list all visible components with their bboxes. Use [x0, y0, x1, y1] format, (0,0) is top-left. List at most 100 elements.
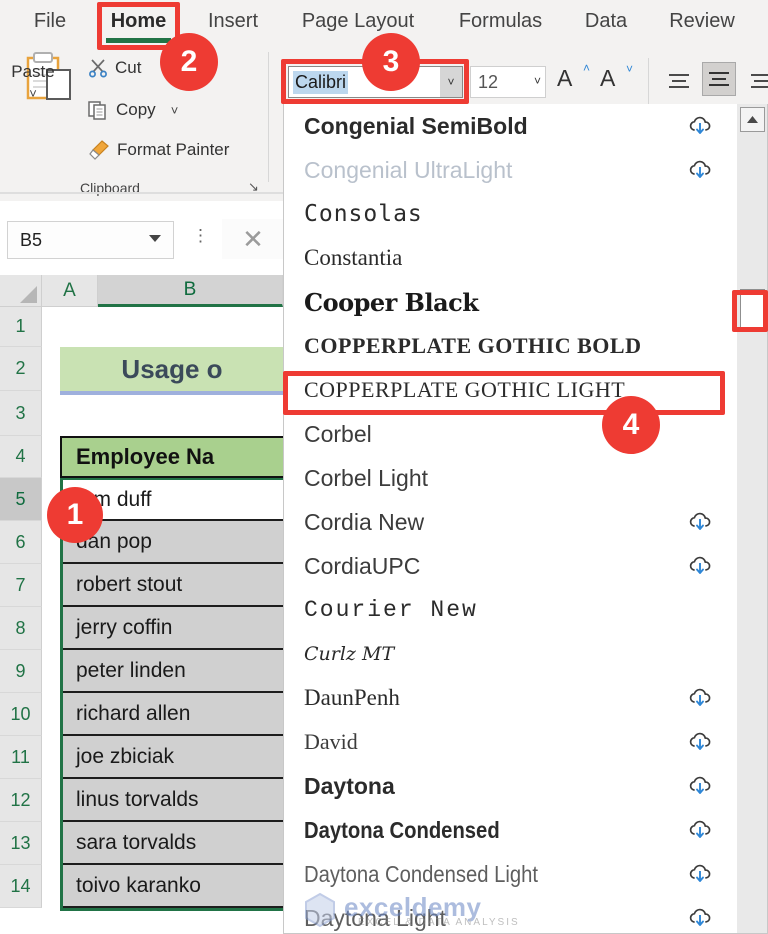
cell-b13[interactable]: sara torvalds [63, 822, 284, 865]
font-option-15[interactable]: Daytona [284, 764, 739, 808]
cloud-download-icon[interactable] [687, 864, 713, 884]
font-option-14[interactable]: David [284, 720, 739, 764]
font-option-13[interactable]: DaunPenh [284, 676, 739, 720]
tab-insert[interactable]: Insert [198, 4, 268, 38]
font-option-8[interactable]: Corbel Light [284, 456, 739, 500]
cell-b14[interactable]: toivo karanko [63, 865, 284, 908]
format-painter-button[interactable]: Format Painter [88, 140, 229, 160]
column-header-b[interactable]: B [98, 275, 283, 307]
row-header-1[interactable]: 1 [0, 307, 42, 347]
row-header-2[interactable]: 2 [0, 347, 42, 391]
font-option-12[interactable]: Curlz MT [284, 632, 739, 676]
font-option-3[interactable]: Constantia [284, 236, 739, 280]
grow-font-button[interactable]: A [557, 65, 572, 92]
name-box-chevron-down-icon[interactable] [149, 235, 161, 242]
align-middle-button[interactable] [702, 62, 736, 96]
select-all-corner[interactable] [0, 275, 42, 307]
font-option-1[interactable]: Congenial UltraLight [284, 148, 739, 192]
font-option-5[interactable]: COPPERPLATE GOTHIC BOLD [284, 324, 739, 368]
row-header-4[interactable]: 4 [0, 436, 42, 478]
cloud-download-icon[interactable] [687, 160, 713, 180]
row-header-label: 12 [10, 789, 31, 810]
font-option-0[interactable]: Congenial SemiBold [284, 104, 739, 148]
cloud-download-icon[interactable] [687, 732, 713, 752]
cell-b11[interactable]: joe zbiciak [63, 736, 284, 779]
copy-chevron-down-icon[interactable]: ˅ [171, 103, 179, 118]
align-top-button[interactable] [662, 64, 696, 98]
row-header-label: 14 [10, 875, 31, 896]
close-icon: ✕ [242, 223, 264, 254]
font-option-9[interactable]: Cordia New [284, 500, 739, 544]
font-size-chevron-down-icon[interactable]: ˅ [534, 74, 541, 88]
font-size-combobox[interactable]: 12 ˅ [470, 66, 546, 98]
paste-chevron-down-icon[interactable]: ˅ [0, 86, 66, 101]
cell-b2-title[interactable]: Usage o [60, 347, 284, 391]
row-header-11[interactable]: 11 [0, 736, 42, 779]
font-option-label: DaunPenh [304, 685, 400, 710]
font-list-scrollbar[interactable] [737, 104, 767, 933]
font-option-label: David [304, 729, 358, 754]
cloud-download-icon[interactable] [687, 556, 713, 576]
font-dropdown-list[interactable]: Congenial SemiBold Congenial UltraLight Co… [283, 104, 768, 934]
cell-b2-title-text: Usage o [121, 353, 223, 384]
format-painter-label: Format Painter [117, 140, 230, 159]
row-header-14[interactable]: 14 [0, 865, 42, 908]
font-option-16[interactable]: Daytona Condensed [284, 808, 739, 852]
tab-review[interactable]: Review [659, 4, 745, 38]
step-badge-1: 1 [47, 487, 103, 543]
row-header-13[interactable]: 13 [0, 822, 42, 865]
cloud-download-icon[interactable] [687, 116, 713, 136]
row-header-9[interactable]: 9 [0, 650, 42, 693]
copy-button[interactable]: Copy ˅ [88, 100, 178, 120]
cloud-download-icon[interactable] [687, 776, 713, 796]
row-header-7[interactable]: 7 [0, 564, 42, 607]
font-option-7[interactable]: Corbel [284, 412, 739, 456]
selected-column-cells: tom duff dan pop robert stout jerry coffin p… [60, 478, 284, 908]
cut-button[interactable]: Cut [88, 58, 141, 78]
row-header-8[interactable]: 8 [0, 607, 42, 650]
cloud-download-icon[interactable] [687, 512, 713, 532]
row-header-6[interactable]: 6 [0, 521, 42, 564]
font-option-18[interactable]: Daytona Light [284, 896, 739, 933]
cell-b9[interactable]: peter linden [63, 650, 284, 693]
name-box[interactable]: B5 [7, 221, 174, 259]
align-top-icon [669, 74, 689, 88]
font-group-divider [648, 58, 649, 106]
font-option-4[interactable]: Cooper Black [284, 280, 739, 324]
triangle-up-icon [747, 116, 758, 123]
align-bottom-button[interactable] [744, 64, 768, 98]
font-option-label: COPPERPLATE GOTHIC BOLD [304, 333, 642, 358]
font-option-label: Cordia New [304, 508, 425, 535]
column-header-a[interactable]: A [42, 275, 98, 307]
align-middle-icon [709, 72, 729, 86]
font-option-10[interactable]: CordiaUPC [284, 544, 739, 588]
formula-cancel-button[interactable]: ✕ [222, 219, 284, 259]
tab-data[interactable]: Data [578, 4, 634, 38]
font-list-scroll-up-button[interactable] [740, 107, 765, 132]
cell-b10[interactable]: richard allen [63, 693, 284, 736]
row-header-10[interactable]: 10 [0, 693, 42, 736]
tab-page-layout[interactable]: Page Layout [292, 4, 424, 38]
row-header-label: 9 [15, 660, 26, 681]
font-option-11[interactable]: Courier New [284, 588, 739, 632]
cell-b8[interactable]: jerry coffin [63, 607, 284, 650]
font-option-list: Congenial SemiBold Congenial UltraLight Co… [284, 104, 739, 933]
cell-b7[interactable]: robert stout [63, 564, 284, 607]
row-header-12[interactable]: 12 [0, 779, 42, 822]
row-header-3[interactable]: 3 [0, 391, 42, 436]
formula-bar-more-icon[interactable]: ⋮ [192, 226, 209, 246]
tab-formulas-label: Formulas [458, 9, 543, 32]
scrollbar-highlight [732, 290, 768, 332]
tab-file[interactable]: File [22, 4, 78, 38]
cloud-download-icon[interactable] [687, 820, 713, 840]
cell-b4-header[interactable]: Employee Na [60, 436, 284, 478]
font-option-2[interactable]: Consolas [284, 192, 739, 236]
cloud-download-icon[interactable] [687, 688, 713, 708]
tab-formulas[interactable]: Formulas [447, 4, 554, 38]
row-header-5[interactable]: 5 [0, 478, 42, 521]
shrink-font-button[interactable]: A [600, 65, 615, 92]
cloud-download-icon[interactable] [687, 908, 713, 928]
font-option-17[interactable]: Daytona Condensed Light [284, 852, 739, 896]
cell-b12[interactable]: linus torvalds [63, 779, 284, 822]
cell-text: sara torvalds [76, 830, 197, 854]
